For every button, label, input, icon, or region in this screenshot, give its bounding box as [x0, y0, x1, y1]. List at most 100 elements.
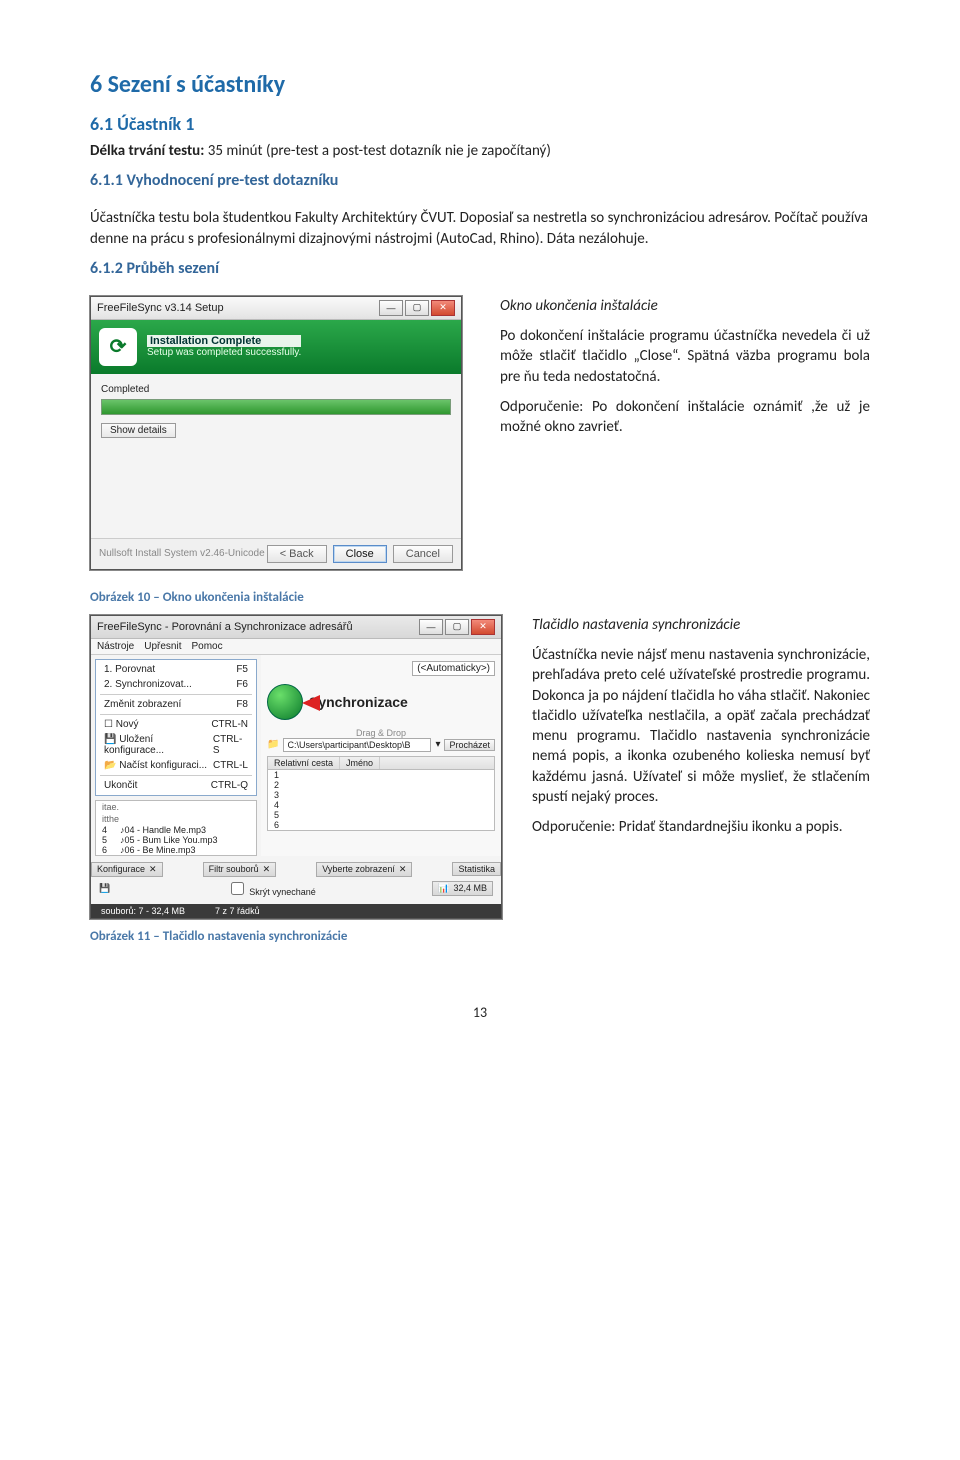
- table-body: 1 2 3 4 5 6: [267, 770, 495, 831]
- progress-label: Completed: [101, 384, 451, 395]
- table-header: Relativní cesta Jméno: [267, 756, 495, 770]
- menu-item-view[interactable]: Změnit zobrazeníF8: [96, 697, 256, 712]
- show-details-button[interactable]: Show details: [101, 423, 176, 438]
- auto-mode-box[interactable]: (<Automaticky>): [412, 661, 495, 676]
- table-row[interactable]: 5: [268, 810, 494, 820]
- sync-titlebar: FreeFileSync - Porovnání a Synchronizace…: [91, 616, 501, 639]
- dropdown-icon[interactable]: ▾: [435, 739, 440, 750]
- col-relpath[interactable]: Relativní cesta: [268, 757, 340, 769]
- sync-window-controls: — ▢ ✕: [419, 619, 495, 635]
- duration-value: 35 minút (pre-test a post-test dotazník …: [208, 142, 551, 160]
- table-row[interactable]: 1: [268, 770, 494, 780]
- dialog-buttons: < Back Close Cancel: [267, 545, 453, 563]
- tab-config[interactable]: Konfigurace✕: [91, 862, 163, 877]
- desc1-p1: Po dokončení inštalácie programu účastní…: [500, 326, 870, 387]
- menu-tools[interactable]: Nástroje: [97, 641, 134, 652]
- app-icon: ⟳: [99, 328, 137, 366]
- figure-10-caption: Obrázek 10 – Okno ukončenia inštalácie: [90, 590, 870, 605]
- installer-header: ⟳ Installation Complete Setup was comple…: [91, 320, 461, 374]
- status-files: souborů: 7 - 32,4 MB: [101, 906, 185, 916]
- installer-footer: Nullsoft Install System v2.46-Unicode < …: [91, 538, 461, 569]
- path-input[interactable]: C:\Users\participant\Desktop\B: [283, 738, 431, 752]
- install-complete-title: Installation Complete: [147, 335, 301, 347]
- drag-drop-hint: Drag & Drop: [267, 728, 495, 738]
- menu-item-new[interactable]: ☐ NovýCTRL-N: [96, 717, 256, 732]
- sync-action-label[interactable]: Synchronizace: [309, 694, 408, 710]
- row-sync: FreeFileSync - Porovnání a Synchronizace…: [90, 615, 870, 954]
- page-number: 13: [90, 1004, 870, 1021]
- sync-description: Tlačidlo nastavenia synchronizácie Účast…: [532, 615, 870, 954]
- sync-window: FreeFileSync - Porovnání a Synchronizace…: [90, 615, 502, 919]
- close-icon[interactable]: ✕: [471, 619, 495, 635]
- tab-filter[interactable]: Filtr souborů✕: [203, 862, 277, 877]
- maximize-icon[interactable]: ▢: [405, 300, 429, 316]
- menu-item-sync[interactable]: 2. Synchronizovat...F6: [96, 677, 256, 692]
- installer-dialog: FreeFileSync v3.14 Setup — ▢ ✕ ⟳ Install…: [90, 296, 462, 570]
- row-installer: FreeFileSync v3.14 Setup — ▢ ✕ ⟳ Install…: [90, 296, 870, 570]
- installer-titlebar: FreeFileSync v3.14 Setup — ▢ ✕: [91, 297, 461, 320]
- duration-label: Délka trvání testu:: [90, 142, 204, 160]
- installer-body: Completed Show details: [91, 374, 461, 538]
- left-extra-2: itthe: [96, 813, 256, 825]
- path-row: 📁 C:\Users\participant\Desktop\B ▾ Proch…: [267, 738, 495, 752]
- list-item[interactable]: 4♪ 04 - Handle Me.mp3: [96, 825, 256, 835]
- menu-advanced[interactable]: Upřesnit: [144, 641, 181, 652]
- hide-excluded-checkbox[interactable]: Skrýt vynechané: [227, 879, 316, 898]
- maximize-icon[interactable]: ▢: [445, 619, 469, 635]
- heading-pretest: 6.1.1 Vyhodnocení pre-test dotazníku: [90, 171, 870, 190]
- install-complete-sub: Setup was completed successfully.: [147, 347, 301, 358]
- table-row[interactable]: 3: [268, 790, 494, 800]
- sync-window-title: FreeFileSync - Porovnání a Synchronizace…: [97, 621, 353, 633]
- save-icon[interactable]: 💾: [99, 883, 110, 894]
- pretest-paragraph: Účastníčka testu bola študentkou Fakulty…: [90, 208, 870, 249]
- arrow-highlight-icon: [302, 695, 320, 711]
- close-button[interactable]: Close: [333, 545, 387, 563]
- table-row[interactable]: 4: [268, 800, 494, 810]
- list-item[interactable]: 5♪ 05 - Bum Like You.mp3: [96, 835, 256, 845]
- sync-screenshot: FreeFileSync - Porovnání a Synchronizace…: [90, 615, 502, 954]
- tab-stats[interactable]: Statistika: [452, 862, 501, 876]
- sync-body: 1. PorovnatF5 2. Synchronizovat...F6 Změ…: [91, 655, 501, 856]
- heading-section: 6 Sezení s účastníky: [90, 70, 870, 99]
- installer-screenshot: FreeFileSync v3.14 Setup — ▢ ✕ ⟳ Install…: [90, 296, 470, 570]
- sync-settings-button[interactable]: [267, 684, 303, 720]
- desc2-p1: Účastníčka nevie nájsť menu nastavenia s…: [532, 645, 870, 807]
- tab-view[interactable]: Vyberte zobrazení✕: [316, 862, 412, 877]
- nsis-text: Nullsoft Install System v2.46-Unicode: [99, 548, 265, 559]
- menu-item-save[interactable]: 💾 Uložení konfigurace...CTRL-S: [96, 732, 256, 758]
- folder-icon[interactable]: 📁: [267, 739, 279, 750]
- table-row[interactable]: 2: [268, 780, 494, 790]
- minimize-icon[interactable]: —: [419, 619, 443, 635]
- test-duration-line: Délka trvání testu: 35 minút (pre-test a…: [90, 141, 870, 161]
- list-item[interactable]: 6♪ 06 - Be Mine.mp3: [96, 845, 256, 855]
- table-row[interactable]: 6: [268, 820, 494, 830]
- sync-button-area: Synchronizace: [267, 684, 495, 720]
- desc2-title: Tlačidlo nastavenia synchronizácie: [532, 615, 870, 635]
- heading-session: 6.1.2 Průběh sezení: [90, 259, 870, 278]
- left-extra-1: itae.: [96, 801, 256, 813]
- menu-item-load[interactable]: 📂 Načíst konfiguraci...CTRL-L: [96, 758, 256, 773]
- progress-bar: [101, 399, 451, 415]
- menu-item-compare[interactable]: 1. PorovnatF5: [96, 662, 256, 677]
- tools-dropdown[interactable]: 1. PorovnatF5 2. Synchronizovat...F6 Změ…: [95, 659, 257, 796]
- col-name[interactable]: Jméno: [340, 757, 380, 769]
- desc1-p2: Odporučenie: Po dokončení inštalácie ozn…: [500, 397, 870, 438]
- minimize-icon[interactable]: —: [379, 300, 403, 316]
- sync-right-pane: (<Automaticky>) Synchronizace Drag & Dro…: [261, 655, 501, 856]
- window-controls: — ▢ ✕: [379, 300, 455, 316]
- close-icon[interactable]: ✕: [431, 300, 455, 316]
- installer-title: FreeFileSync v3.14 Setup: [97, 302, 224, 314]
- size-badge: 📊 32,4 MB: [432, 881, 493, 896]
- browse-button[interactable]: Procházet: [444, 739, 495, 751]
- figure-11-caption: Obrázek 11 – Tlačidlo nastavenia synchro…: [90, 929, 502, 944]
- menu-help[interactable]: Pomoc: [192, 641, 223, 652]
- status-rows: 7 z 7 řádků: [215, 906, 260, 916]
- installer-description: Okno ukončenia inštalácie Po dokončení i…: [500, 296, 870, 570]
- desc2-p2: Odporučenie: Pridať štandardnejšiu ikonk…: [532, 817, 870, 837]
- back-button: < Back: [267, 545, 327, 563]
- menu-item-exit[interactable]: UkončitCTRL-Q: [96, 778, 256, 793]
- status-bar: souborů: 7 - 32,4 MB 7 z 7 řádků: [91, 904, 501, 918]
- sync-menubar[interactable]: Nástroje Upřesnit Pomoc: [91, 639, 501, 655]
- sync-tab-bar: Konfigurace✕ Filtr souborů✕ Vyberte zobr…: [91, 862, 501, 877]
- cancel-button: Cancel: [393, 545, 453, 563]
